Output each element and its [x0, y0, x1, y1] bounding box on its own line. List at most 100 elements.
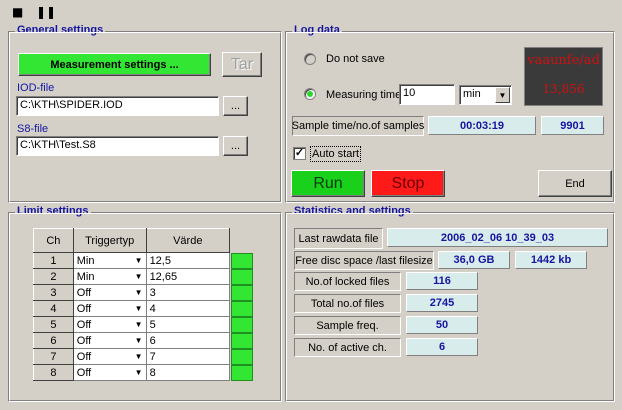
sample-count-value: 9901 — [541, 116, 604, 135]
time-unit-value: min — [463, 88, 481, 100]
general-settings-title: General settings — [15, 24, 106, 36]
table-row: 5 Off ▼ 5 — [33, 316, 231, 333]
chevron-down-icon[interactable]: ▼ — [495, 87, 510, 103]
s8-file-label: S8-file — [17, 123, 49, 135]
limit-value-cell[interactable]: 4 — [145, 300, 231, 317]
channel-status-indicator — [231, 333, 253, 349]
channel-status-indicator — [231, 349, 253, 365]
channel-number: 2 — [33, 268, 74, 285]
chevron-down-icon[interactable]: ▼ — [133, 368, 143, 377]
sample-freq-label: Sample freq. — [294, 316, 401, 335]
end-button[interactable]: End — [538, 170, 612, 197]
iod-file-label: IOD-file — [17, 82, 55, 94]
chevron-down-icon[interactable]: ▼ — [133, 272, 143, 281]
trigger-value: Off — [76, 350, 92, 363]
auto-start-checkbox[interactable]: ✓ — [293, 147, 306, 160]
channel-number: 1 — [33, 252, 74, 269]
channel-number: 5 — [33, 316, 74, 333]
table-row: 2 Min ▼ 12,65 — [33, 268, 231, 285]
last-rawdata-label: Last rawdata file — [294, 228, 383, 249]
header-triggertyp: Triggertyp — [72, 228, 147, 253]
channel-number: 4 — [33, 300, 74, 317]
trigger-value: Min — [76, 254, 95, 267]
trigger-value: Min — [76, 270, 95, 283]
trigger-select[interactable]: Off ▼ — [72, 300, 147, 317]
display-line-1: vaaunfe/ad — [527, 53, 600, 68]
trigger-select[interactable]: Min ▼ — [72, 252, 147, 269]
table-row: 7 Off ▼ 7 — [33, 348, 231, 365]
s8-file-field[interactable]: C:\KTH\Test.S8 — [16, 136, 219, 156]
sample-time-value: 00:03:19 — [428, 116, 536, 135]
limit-value-cell[interactable]: 8 — [145, 364, 231, 381]
tar-button[interactable]: Tar — [222, 52, 262, 77]
sample-time-label: Sample time/no.of samples — [292, 116, 424, 136]
channel-number: 7 — [33, 348, 74, 365]
chevron-down-icon[interactable]: ▼ — [133, 320, 143, 329]
trigger-select[interactable]: Off ▼ — [72, 316, 147, 333]
trigger-select[interactable]: Off ▼ — [72, 284, 147, 301]
last-filesize-value: 1442 kb — [515, 251, 587, 269]
header-ch: Ch — [33, 228, 74, 253]
channel-number: 8 — [33, 364, 74, 381]
chevron-down-icon[interactable]: ▼ — [133, 352, 143, 361]
limit-value-cell[interactable]: 7 — [145, 348, 231, 365]
s8-browse-button[interactable]: ... — [223, 136, 248, 156]
active-ch-value: 6 — [406, 338, 478, 356]
measuring-time-input[interactable]: 10 — [399, 84, 455, 105]
table-row: 3 Off ▼ 3 — [33, 284, 231, 301]
trigger-select[interactable]: Off ▼ — [72, 332, 147, 349]
sample-freq-value: 50 — [406, 316, 478, 334]
header-varde: Värde — [145, 228, 231, 253]
window-toolbar — [0, 0, 622, 20]
display-line-2: 13,856 — [542, 82, 585, 96]
chevron-down-icon[interactable]: ▼ — [133, 336, 143, 345]
channel-status-indicator — [231, 285, 253, 301]
trigger-value: Off — [76, 302, 92, 315]
channel-status-indicator — [231, 269, 253, 285]
table-row: 4 Off ▼ 4 — [33, 300, 231, 317]
chevron-down-icon[interactable]: ▼ — [133, 304, 143, 313]
stop-icon[interactable]: ■ — [12, 6, 23, 18]
trigger-select[interactable]: Off ▼ — [72, 364, 147, 381]
channel-number: 3 — [33, 284, 74, 301]
locked-files-value: 116 — [406, 272, 478, 290]
do-not-save-radio[interactable] — [304, 53, 316, 65]
active-ch-label: No. of active ch. — [294, 338, 401, 357]
trigger-value: Off — [76, 334, 92, 347]
run-button[interactable]: Run — [291, 170, 365, 197]
limit-value-cell[interactable]: 5 — [145, 316, 231, 333]
limit-value-cell[interactable]: 3 — [145, 284, 231, 301]
auto-start-label: Auto start — [310, 146, 362, 162]
stop-button[interactable]: Stop — [371, 170, 445, 197]
measuring-time-label: Measuring time — [326, 89, 402, 101]
log-data-title: Log data — [292, 24, 342, 36]
trigger-value: Off — [76, 286, 92, 299]
iod-file-field[interactable]: C:\KTH\SPIDER.IOD — [16, 96, 219, 116]
radio-selected-dot — [307, 91, 313, 97]
chevron-down-icon[interactable]: ▼ — [133, 256, 143, 265]
limit-value-cell[interactable]: 12,65 — [145, 268, 231, 285]
table-row: 1 Min ▼ 12,5 — [33, 252, 231, 269]
value-display: vaaunfe/ad 13,856 — [524, 47, 603, 106]
limit-value-cell[interactable]: 6 — [145, 332, 231, 349]
table-row: 8 Off ▼ 8 — [33, 364, 231, 381]
table-row: 6 Off ▼ 6 — [33, 332, 231, 349]
trigger-value: Off — [76, 318, 92, 331]
iod-browse-button[interactable]: ... — [223, 96, 248, 116]
limit-table: Ch Triggertyp Värde 1 Min ▼ 12,5 2 Min ▼ 12,65 3… — [33, 228, 231, 381]
pause-icon[interactable]: ❚❚ — [36, 6, 56, 18]
measurement-settings-button[interactable]: Measurement settings ... — [18, 53, 211, 76]
trigger-select[interactable]: Off ▼ — [72, 348, 147, 365]
channel-status-indicator — [231, 253, 253, 269]
total-files-label: Total no.of files — [294, 294, 401, 313]
trigger-select[interactable]: Min ▼ — [72, 268, 147, 285]
do-not-save-label: Do not save — [326, 53, 385, 65]
channel-status-indicator — [231, 365, 253, 381]
channel-number: 6 — [33, 332, 74, 349]
measuring-time-radio[interactable] — [304, 88, 316, 100]
limit-settings-title: Limit settings — [15, 205, 91, 217]
chevron-down-icon[interactable]: ▼ — [133, 288, 143, 297]
limit-value-cell[interactable]: 12,5 — [145, 252, 231, 269]
channel-status-indicator — [231, 301, 253, 317]
statistics-title: Statistics and settings — [292, 205, 413, 217]
